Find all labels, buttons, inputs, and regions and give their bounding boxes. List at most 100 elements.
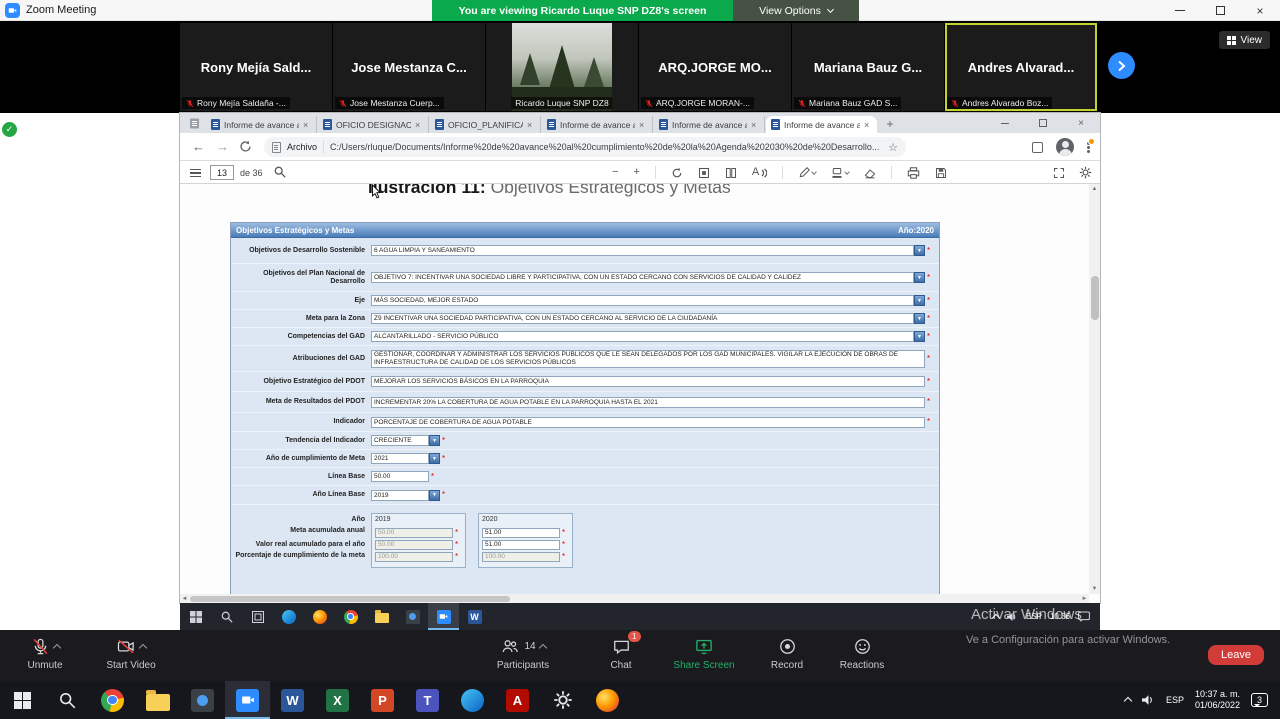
browser-maximize-button[interactable] [1024,113,1062,133]
search-button[interactable] [45,681,90,719]
taskbar-file-explorer[interactable] [135,681,180,719]
dropdown-button[interactable]: ▼ [429,435,440,446]
dropdown-button[interactable]: ▼ [914,272,925,283]
next-participants-button[interactable] [1108,52,1135,79]
page-view-button[interactable] [725,167,737,179]
video-options-chevron[interactable] [139,643,147,651]
leave-meeting-button[interactable]: Leave [1208,645,1264,665]
tab-close-icon[interactable]: × [864,120,872,130]
valor-real-2020-field[interactable]: 51.00 [482,540,560,550]
taskbar-clock[interactable]: 10:37 a. m. 01/06/2022 [1195,689,1240,711]
browser-menu-button[interactable] [1087,140,1090,155]
porcentaje-2019-field[interactable]: 100.00 [375,552,453,562]
tab-close-icon[interactable]: × [639,120,647,130]
draw-button[interactable] [798,167,816,179]
shared-chrome-icon[interactable] [335,603,366,630]
language-indicator[interactable]: ESP [1166,695,1184,705]
record-button[interactable]: Record [762,636,812,671]
participant-tile-active-speaker[interactable]: Andres Alvarad... Andres Alvarado Boz... [945,23,1097,111]
anio-cumplimiento-field[interactable]: 2021 [371,453,429,464]
new-tab-button[interactable]: + [883,117,897,131]
vertical-scrollbar[interactable]: ▲ ▼ [1089,184,1100,594]
share-screen-button[interactable]: Share Screen [667,636,741,671]
unmute-button[interactable]: Unmute [14,636,76,671]
horizontal-scrollbar[interactable]: ◄ ► [180,594,1089,603]
shared-photos-icon[interactable] [397,603,428,630]
taskbar-acrobat[interactable]: A [495,681,540,719]
refresh-button[interactable] [239,140,252,153]
anio-linea-base-field[interactable]: 2019 [371,490,429,501]
taskbar-teams[interactable]: T [405,681,450,719]
taskbar-edge[interactable] [450,681,495,719]
fit-page-button[interactable] [698,167,710,179]
plan-nacional-field[interactable]: OBJETIVO 7: INCENTIVAR UNA SOCIEDAD LIBR… [371,272,914,283]
save-button[interactable] [935,167,947,179]
read-aloud-button[interactable]: A [752,167,767,178]
participant-tile[interactable]: Mariana Bauz G... Mariana Bauz GAD S... [792,23,944,111]
shared-file-explorer-icon[interactable] [366,603,397,630]
print-button[interactable] [907,167,920,179]
reactions-button[interactable]: Reactions [832,636,892,671]
mic-options-chevron[interactable] [52,643,60,651]
participants-button[interactable]: 14 Participants [487,636,559,671]
participant-tile-sharing[interactable]: Ricardo Luque SNP DZ8 [486,23,638,111]
taskbar-excel[interactable]: X [315,681,360,719]
settings-gear-icon[interactable] [1079,166,1092,179]
shared-word-icon[interactable]: W [459,603,490,630]
rotate-button[interactable] [671,167,683,179]
browser-minimize-button[interactable] [986,113,1024,133]
close-button[interactable]: × [1240,0,1280,21]
browser-close-button[interactable]: × [1062,113,1100,133]
ods-field[interactable]: 6 AGUA LIMPIA Y SANEAMIENTO [371,245,914,256]
chevron-up-icon[interactable] [1124,697,1132,705]
tab-close-icon[interactable]: × [415,120,423,130]
atribuciones-field[interactable]: GESTIONAR, COORDINAR Y ADMINISTRAR LOS S… [371,350,925,368]
linea-base-field[interactable]: 50.00 [371,471,429,482]
browser-tab[interactable]: OFICIO_PLANIFICA_E × [430,116,541,133]
maximize-button[interactable] [1200,0,1240,21]
minimize-button[interactable] [1160,0,1200,21]
url-field[interactable]: Archivo C:/Users/rluque/Documents/Inform… [264,137,906,157]
page-number-input[interactable]: 13 [210,165,234,180]
dropdown-button[interactable]: ▼ [914,295,925,306]
speaker-icon[interactable] [1142,694,1155,706]
shared-firefox-icon[interactable] [304,603,335,630]
taskbar-firefox[interactable] [585,681,630,719]
zoom-in-button[interactable]: + [633,167,639,178]
zoom-out-button[interactable]: − [612,167,618,178]
view-options-button[interactable]: View Options [733,0,859,21]
browser-tab[interactable]: OFICIO DESIGNACIÓ × [318,116,429,133]
meta-acumulada-2020-field[interactable]: 51.00 [482,528,560,538]
dropdown-button[interactable]: ▼ [914,331,925,342]
expand-button[interactable] [1053,167,1065,179]
scrollbar-thumb[interactable] [1091,276,1099,320]
action-center-icon[interactable]: 3 [1251,693,1268,707]
meta-acumulada-2019-field[interactable]: 50.00 [375,528,453,538]
view-layout-button[interactable]: View [1219,31,1271,49]
forward-button[interactable]: → [216,139,229,154]
pinned-tab[interactable] [186,117,202,130]
taskbar-settings[interactable] [540,681,585,719]
eje-field[interactable]: MÁS SOCIEDAD, MEJOR ESTADO [371,295,914,306]
taskbar-chrome[interactable] [90,681,135,719]
shared-task-view-button[interactable] [242,603,273,630]
meta-zona-field[interactable]: Z9 INCENTIVAR UNA SOCIEDAD PARTICIPATIVA… [371,313,914,324]
browser-tab[interactable]: Informe de avance al × [654,116,765,133]
scroll-right-arrow[interactable]: ► [1080,594,1089,603]
tendencia-field[interactable]: CRECIENTE [371,435,429,446]
start-button[interactable] [0,681,45,719]
dropdown-button[interactable]: ▼ [429,490,440,501]
taskbar-photos[interactable] [180,681,225,719]
tab-close-icon[interactable]: × [303,120,311,130]
objetivo-estrategico-field[interactable]: MEJORAR LOS SERVICIOS BÁSICOS EN LA PARR… [371,376,925,387]
participants-options-chevron[interactable] [538,643,546,651]
scrollbar-thumb[interactable] [190,596,510,602]
participant-tile[interactable]: Rony Mejía Sald... Rony Mejía Saldaña -.… [180,23,332,111]
back-button[interactable]: ← [192,139,205,154]
taskbar-zoom-active[interactable] [225,681,270,719]
browser-tab[interactable]: Informe de avance al × [206,116,317,133]
scroll-down-arrow[interactable]: ▼ [1089,584,1100,594]
chat-button[interactable]: 1 Chat [597,636,645,671]
taskbar-word[interactable]: W [270,681,315,719]
scroll-up-arrow[interactable]: ▲ [1089,184,1100,194]
